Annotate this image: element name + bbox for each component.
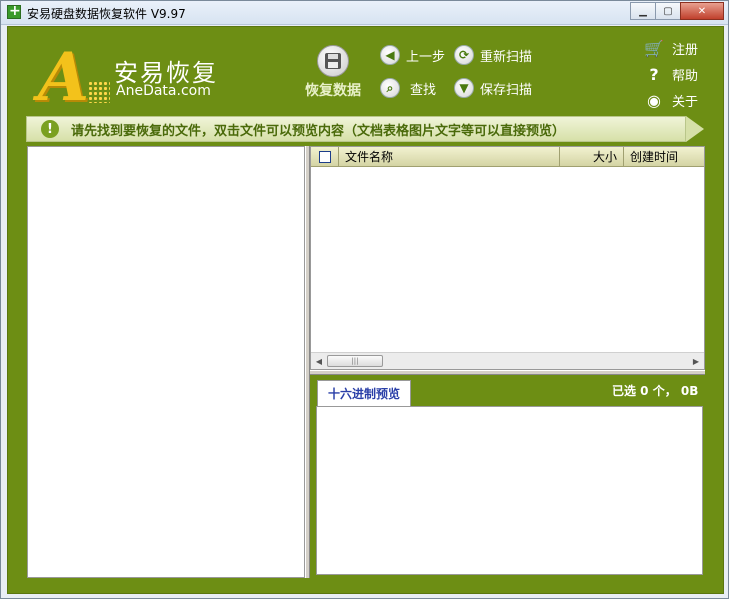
refresh-icon: ⟳	[454, 45, 474, 65]
app-icon	[7, 3, 21, 19]
notice-bar: ! 请先找到要恢复的文件，双击文件可以预览内容（文档表格图片文字等可以直接预览）	[26, 116, 686, 142]
select-all-column[interactable]	[311, 147, 339, 166]
hex-preview-area[interactable]	[316, 406, 703, 575]
question-icon: ?	[649, 64, 659, 84]
column-header-created[interactable]: 创建时间	[624, 147, 704, 166]
register-button[interactable]: 🛒 注册	[644, 37, 698, 59]
back-label: 上一步	[406, 49, 446, 65]
close-button[interactable]: ✕	[680, 2, 724, 20]
app-window: 安易硬盘数据恢复软件 V9.97 ▁ ▢ ✕ A 安易恢复 AneData.co…	[0, 0, 729, 599]
exclamation-icon: !	[41, 120, 59, 138]
about-label: 关于	[672, 94, 699, 110]
scroll-right-icon[interactable]: ▶	[689, 355, 703, 367]
column-header-size[interactable]: 大小	[560, 147, 624, 166]
about-button[interactable]: ◉ 关于	[644, 89, 698, 111]
file-list[interactable]: 文件名称 大小 创建时间 ◀ ||| ▶	[310, 146, 705, 370]
recover-data-button[interactable]: 恢复数据	[300, 45, 366, 100]
logo-letter: A	[38, 38, 90, 116]
arrow-left-icon: ◀	[380, 45, 400, 65]
save-down-icon: ▼	[454, 78, 474, 98]
floppy-disk-icon	[317, 45, 349, 77]
folder-tree-panel[interactable]	[27, 146, 305, 578]
minimize-button[interactable]: ▁	[630, 2, 656, 20]
column-header-name[interactable]: 文件名称	[339, 147, 560, 166]
info-ring-icon: ◉	[647, 90, 661, 110]
file-list-header: 文件名称 大小 创建时间	[311, 147, 704, 167]
horizontal-scrollbar[interactable]: ◀ ||| ▶	[311, 352, 704, 369]
title-bar: 安易硬盘数据恢复软件 V9.97 ▁ ▢ ✕	[1, 1, 728, 25]
save-scan-button[interactable]: ▼ 保存扫描	[454, 77, 532, 99]
notice-arrow	[686, 116, 704, 142]
window-title: 安易硬盘数据恢复软件 V9.97	[27, 7, 186, 21]
save-scan-label: 保存扫描	[480, 82, 533, 98]
main-area: A 安易恢复 AneData.com 恢复数据 ◀ 上一步 ⟳ 重新扫描 ⌕ 查…	[7, 26, 724, 594]
brand-name-en: AneData.com	[116, 83, 211, 99]
help-label: 帮助	[672, 68, 699, 84]
register-label: 注册	[672, 42, 699, 58]
select-all-checkbox[interactable]	[318, 150, 331, 163]
find-label: 查找	[410, 82, 437, 98]
find-button[interactable]: ⌕ 查找	[380, 77, 436, 99]
tab-hex-preview[interactable]: 十六进制预览	[317, 380, 411, 406]
help-button[interactable]: ? 帮助	[644, 63, 698, 85]
cart-icon: 🛒	[644, 38, 664, 58]
maximize-button[interactable]: ▢	[655, 2, 681, 20]
selection-status: 已选 0 个， 0B	[612, 384, 699, 398]
scroll-thumb[interactable]: |||	[327, 355, 383, 367]
search-icon: ⌕	[380, 78, 400, 98]
scroll-left-icon[interactable]: ◀	[312, 355, 326, 367]
window-controls: ▁ ▢ ✕	[630, 2, 724, 20]
horizontal-splitter[interactable]	[310, 370, 705, 375]
back-button[interactable]: ◀ 上一步	[380, 44, 445, 66]
rescan-button[interactable]: ⟳ 重新扫描	[454, 44, 532, 66]
logo-dots	[88, 81, 110, 103]
recover-data-label: 恢复数据	[305, 83, 361, 99]
rescan-label: 重新扫描	[480, 49, 533, 65]
notice-text: 请先找到要恢复的文件，双击文件可以预览内容（文档表格图片文字等可以直接预览）	[71, 123, 566, 139]
brand-logo: A	[38, 43, 114, 111]
